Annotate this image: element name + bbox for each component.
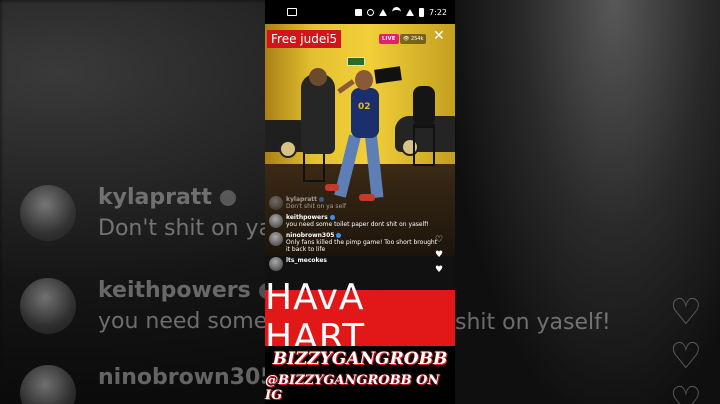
bg-comment-text-2b: shit on yaself!: [455, 310, 611, 335]
heart-icon[interactable]: ♡: [435, 236, 443, 245]
bg-avatar-1: [20, 185, 76, 241]
comment-text: you need some toilet paper dont shit on …: [286, 221, 429, 228]
stream-title-tag: Free judei5: [267, 30, 342, 48]
comment-text: Only fans killed the pimp game! Too shor…: [286, 239, 438, 253]
comment-body: keithpowers you need some toilet paper d…: [286, 214, 429, 228]
live-header: Free judei5 LIVE 👁 254k ✕: [265, 29, 455, 54]
bg-username-1: kylapratt: [98, 185, 272, 210]
heart-icon[interactable]: ♥: [435, 266, 443, 275]
status-left: [287, 8, 297, 16]
comment-item: lts_mecokes: [269, 257, 439, 271]
wheel-icon: [279, 140, 297, 158]
heart-icon[interactable]: ♥: [435, 251, 443, 260]
subline-text: BIZZYGANGROBB: [272, 349, 448, 369]
signal-icon: [406, 8, 415, 16]
bg-comment-text-2: you need some t: [98, 309, 283, 334]
shoe: [325, 184, 339, 191]
eye-icon: 👁: [403, 36, 411, 42]
heart-icon: ♡: [669, 292, 702, 333]
like-hearts: ♡ ♥ ♥: [435, 236, 443, 275]
live-badge: LIVE: [379, 34, 399, 44]
person-seated-head: [309, 68, 327, 86]
comment-body: lts_mecokes: [286, 257, 327, 264]
comment-username[interactable]: lts_mecokes: [286, 257, 327, 264]
close-icon[interactable]: ✕: [433, 29, 445, 43]
status-bar: 7:22: [265, 0, 455, 24]
bg-hearts: ♡ ♡ ♡: [670, 295, 702, 404]
bg-username-2: keithpowers: [98, 278, 283, 303]
alarm-icon: [367, 8, 375, 16]
street-sign: [347, 57, 365, 66]
verified-icon: [336, 233, 342, 238]
leg: [365, 135, 384, 199]
verified-icon: [329, 215, 335, 220]
bg-comment-3: ninobrown305: [20, 365, 276, 404]
performer-legs: [334, 134, 385, 199]
handle-text: @BIZZYGANGROBB ON IG: [265, 373, 440, 403]
comment-username[interactable]: keithpowers: [286, 214, 429, 221]
jersey-number: 02: [358, 102, 371, 112]
bg-avatar-3: [20, 365, 76, 404]
bg-comment-1: kylapratt Don't shit on ya: [20, 185, 272, 241]
heart-icon: ♡: [669, 336, 702, 377]
comment-item: kylapratt Don't shit on ya self: [269, 196, 439, 210]
comment-body: kylapratt Don't shit on ya self: [286, 196, 346, 210]
verified-icon: [219, 190, 236, 206]
comment-text: Don't shit on ya self: [286, 203, 346, 210]
person-right: [413, 86, 435, 126]
bg-comment-text-1: Don't shit on ya: [98, 216, 273, 241]
viewer-count[interactable]: 👁 254k: [400, 34, 427, 44]
avatar: [269, 232, 283, 246]
heart-icon: ♡: [669, 380, 702, 404]
status-time: 7:22: [429, 7, 447, 17]
battery-icon: [419, 7, 425, 17]
comment-item: keithpowers you need some toilet paper d…: [269, 214, 439, 228]
comment-body: ninobrown305 Only fans killed the pimp g…: [286, 232, 439, 253]
person-seated: [301, 74, 335, 154]
avatar: [269, 196, 283, 210]
video-camera-icon: [287, 8, 297, 16]
subline-banner: BIZZYGANGROBB: [265, 346, 455, 372]
notification-icon: [355, 8, 363, 16]
avatar: [269, 257, 283, 271]
wifi-icon: [392, 7, 402, 17]
vibrate-icon: [379, 8, 388, 16]
headline-banner: HAvA HART: [265, 278, 455, 358]
status-right: 7:22: [355, 7, 447, 17]
viewer-count-value: 254k: [410, 36, 424, 42]
avatar: [269, 214, 283, 228]
verified-icon: [319, 197, 325, 202]
bg-comment-2: keithpowers you need some t: [20, 278, 283, 334]
comment-username[interactable]: ninobrown305: [286, 232, 439, 239]
comment-item: ninobrown305 Only fans killed the pimp g…: [269, 232, 439, 253]
bg-username-3: ninobrown305: [98, 365, 276, 390]
performer-head: [355, 70, 373, 90]
stool: [413, 124, 435, 166]
bg-avatar-2: [20, 278, 76, 334]
comment-list: kylapratt Don't shit on ya self keithpow…: [269, 196, 439, 275]
comment-username[interactable]: kylapratt: [286, 196, 346, 203]
handle-banner: @BIZZYGANGROBB ON IG: [265, 372, 455, 404]
performer-jersey: [351, 88, 379, 138]
